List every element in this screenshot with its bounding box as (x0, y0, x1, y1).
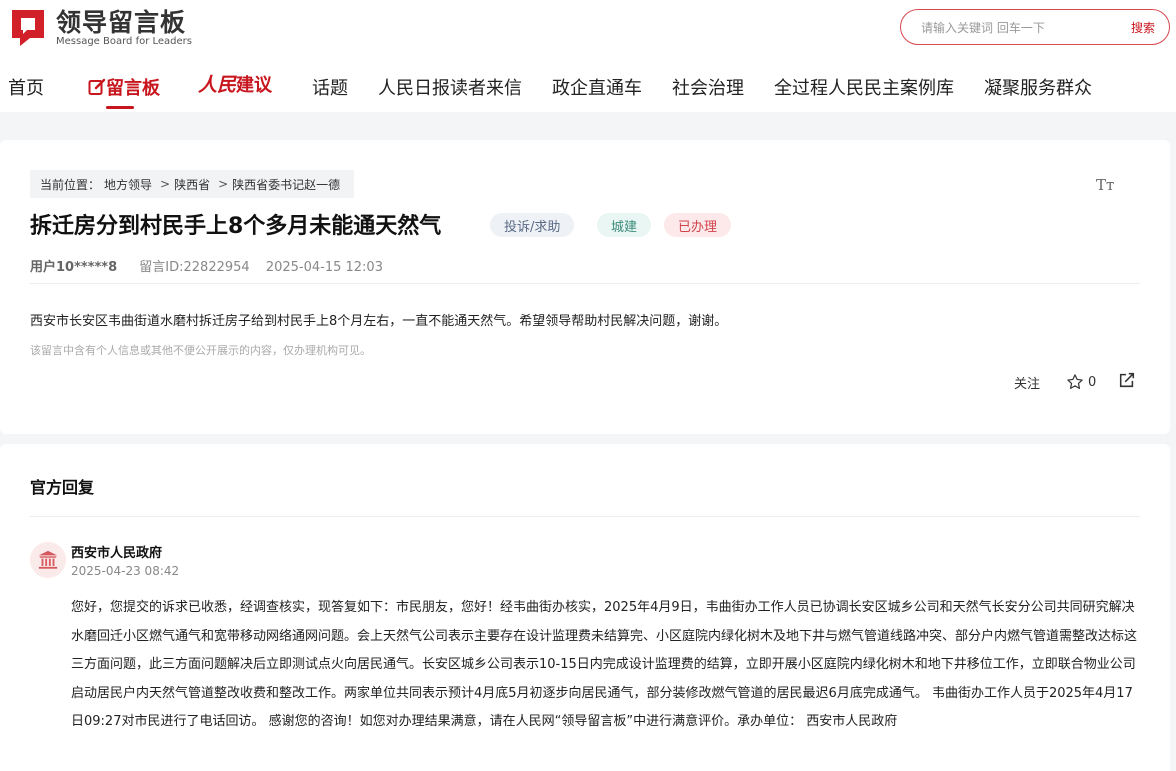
search-input[interactable] (921, 18, 1091, 38)
message-content: 西安市长安区韦曲街道水磨村拆迁房子给到村民手上8个月左右，一直不能通天然气。希望… (30, 314, 728, 329)
search-box: 搜索 (900, 9, 1170, 45)
nav-message-board[interactable]: 留言板 (88, 74, 160, 100)
nav-renmin-jianyi[interactable]: 人民建议 (198, 70, 272, 97)
government-building-icon (30, 542, 66, 578)
nav-topics[interactable]: 话题 (312, 74, 348, 100)
reply-time: 2025-04-23 08:42 (71, 564, 180, 578)
star-count: 0 (1088, 374, 1097, 390)
star-button[interactable]: 0 (1066, 373, 1096, 391)
top-header: 领导留言板 Message Board for Leaders 搜索 首页 留言… (0, 0, 1176, 112)
privacy-notice: 该留言中含有个人信息或其他不便公开展示的内容，仅办理机构可见。 (30, 344, 371, 357)
message-meta: 用户10*****8 留言ID:22822954 2025-04-15 12:0… (30, 256, 383, 275)
jianyi-label: 建议 (236, 75, 273, 96)
share-icon (1120, 372, 1135, 388)
divider (30, 516, 1140, 517)
message-title: 拆迁房分到村民手上8个多月未能通天然气 (30, 214, 442, 239)
message-card: 当前位置： 地方领导 > 陕西省 > 陕西省委书记赵一德 Tт 拆迁房分到村民手… (0, 140, 1170, 434)
nav-business-direct[interactable]: 政企直通车 (552, 74, 642, 100)
logo-title: 领导留言板 (56, 7, 187, 37)
tag-type: 投诉/求助 (490, 213, 575, 237)
breadcrumb-separator: > (160, 177, 171, 191)
nav-reader-letters[interactable]: 人民日报读者来信 (378, 74, 522, 100)
follow-button[interactable]: 关注 (1014, 373, 1040, 392)
logo-mark-icon (8, 8, 48, 48)
message-user: 用户10*****8 (30, 260, 118, 275)
reply-org-name: 西安市人民政府 (71, 546, 163, 561)
breadcrumb-item[interactable]: 地方领导 (104, 176, 152, 193)
share-button[interactable] (1118, 371, 1136, 393)
tag-status: 已办理 (664, 213, 732, 237)
nav-message-board-label: 留言板 (106, 78, 160, 99)
breadcrumb-prefix: 当前位置： (40, 177, 101, 192)
reply-body: 您好，您提交的诉求已收悉，经调查核实，现答复如下：市民朋友，您好！经韦曲街办核实… (71, 600, 1138, 730)
reply-card: 官方回复 西安市人民政府 2025-04-23 08:42 您好，您提交的诉求已… (0, 444, 1170, 771)
search-button[interactable]: 搜索 (1131, 19, 1155, 36)
message-id: 留言ID:22822954 (139, 260, 250, 275)
message-date: 2025-04-15 12:03 (265, 260, 383, 275)
nav-home[interactable]: 首页 (8, 74, 44, 100)
nav-democracy-cases[interactable]: 全过程人民民主案例库 (774, 74, 954, 100)
nav-active-indicator (106, 106, 134, 109)
message-actions: 关注 0 (1014, 372, 1136, 392)
site-logo[interactable]: 领导留言板 Message Board for Leaders (8, 8, 208, 48)
renmin-logo-text: 人民 (198, 74, 237, 96)
font-size-icon[interactable]: Tт (1096, 176, 1114, 194)
main-nav: 首页 留言板 人民建议 话题 人民日报读者来信 政企直通车 社会治理 全过程人民… (0, 70, 1176, 109)
divider (30, 283, 1140, 284)
nav-service-groups[interactable]: 凝聚服务群众 (984, 74, 1092, 100)
edit-icon (88, 78, 106, 95)
nav-social-governance[interactable]: 社会治理 (672, 74, 744, 100)
breadcrumb-item[interactable]: 陕西省 (174, 176, 210, 193)
logo-subtitle: Message Board for Leaders (56, 35, 193, 47)
breadcrumb-separator: > (218, 177, 229, 191)
tag-category: 城建 (597, 213, 652, 237)
reply-section-title: 官方回复 (30, 478, 95, 497)
breadcrumb: 当前位置： 地方领导 > 陕西省 > 陕西省委书记赵一德 (30, 170, 355, 198)
breadcrumb-item[interactable]: 陕西省委书记赵一德 (232, 176, 340, 193)
star-icon (1067, 374, 1083, 389)
